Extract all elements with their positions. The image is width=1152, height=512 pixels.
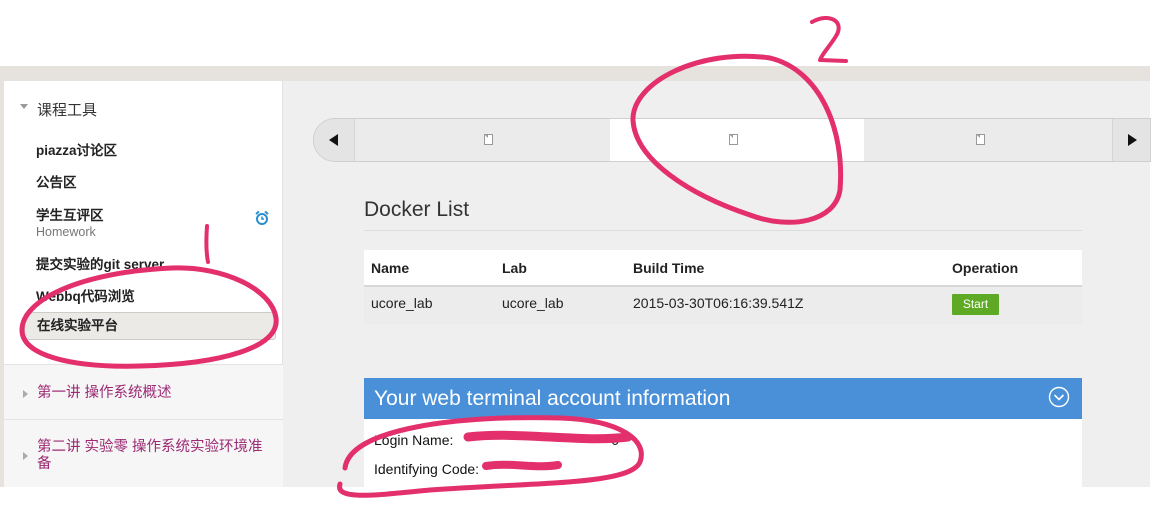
carousel-slot-active[interactable] bbox=[610, 119, 864, 161]
docker-list-title: Docker List bbox=[364, 198, 470, 221]
login-name-row: Login Name: 0 bbox=[374, 432, 619, 448]
carousel-prev-button[interactable] bbox=[314, 119, 355, 161]
bottom-margin bbox=[0, 487, 1152, 512]
sidebar: 课程工具 piazza讨论区 公告区 学生互评区 Homework 提交实验的g… bbox=[4, 81, 283, 487]
terminal-account-panel-body: Login Name: 0 Identifying Code: bbox=[364, 419, 1082, 487]
table-header-row: Name Lab Build Time Operation bbox=[364, 250, 1082, 287]
lecture-title: 第一讲 操作系统概述 bbox=[37, 385, 172, 401]
carousel-next-button[interactable] bbox=[1112, 119, 1150, 161]
caret-right-icon bbox=[23, 452, 28, 460]
column-header-lab: Lab bbox=[502, 260, 527, 276]
alarm-clock-icon bbox=[255, 210, 269, 225]
sidebar-item-announcements[interactable]: 公告区 bbox=[24, 171, 276, 191]
sidebar-item-sublabel: Homework bbox=[36, 225, 96, 239]
triangle-right-icon bbox=[1128, 134, 1137, 146]
caret-right-icon bbox=[23, 390, 28, 398]
triangle-left-icon bbox=[329, 134, 338, 146]
top-margin bbox=[0, 0, 1152, 66]
sidebar-item-label: Webbq代码浏览 bbox=[36, 289, 135, 304]
sidebar-item-label: 提交实验的git server bbox=[36, 257, 165, 272]
sidebar-item-peer-review[interactable]: 学生互评区 Homework bbox=[24, 204, 276, 239]
terminal-account-panel-header[interactable]: Your web terminal account information bbox=[364, 378, 1082, 419]
panel-title: Your web terminal account information bbox=[374, 387, 731, 410]
caret-down-icon bbox=[20, 104, 28, 109]
cell-build-time: 2015-03-30T06:16:39.541Z bbox=[633, 295, 804, 311]
login-name-value-tail: 0 bbox=[611, 432, 620, 448]
column-header-name: Name bbox=[371, 260, 410, 276]
sidebar-item-code-browser[interactable]: Webbq代码浏览 bbox=[24, 285, 276, 305]
sidebar-item-label: 学生互评区 bbox=[36, 208, 104, 223]
lecture-title: 第二讲 实验零 操作系统实验环境准备 bbox=[37, 439, 263, 472]
carousel-slot[interactable] bbox=[355, 119, 609, 161]
sidebar-item-label: 在线实验平台 bbox=[37, 318, 118, 333]
course-tools-title: 课程工具 bbox=[37, 102, 98, 119]
table-row: ucore_lab ucore_lab 2015-03-30T06:16:39.… bbox=[364, 287, 1082, 324]
cell-lab: ucore_lab bbox=[502, 295, 564, 311]
document-icon bbox=[976, 134, 985, 145]
sidebar-item-piazza[interactable]: piazza讨论区 bbox=[24, 139, 276, 159]
login-name-label: Login Name: bbox=[374, 432, 454, 448]
lecture-1[interactable]: 第一讲 操作系统概述 bbox=[4, 364, 283, 419]
document-icon bbox=[484, 134, 493, 145]
identifying-code-label: Identifying Code: bbox=[374, 461, 480, 477]
divider bbox=[364, 230, 1082, 231]
chevron-down-circle-icon[interactable] bbox=[1048, 386, 1070, 408]
carousel-slot[interactable] bbox=[858, 119, 1112, 161]
start-button[interactable]: Start bbox=[952, 294, 999, 315]
course-tools-header[interactable]: 课程工具 bbox=[4, 95, 283, 121]
sidebar-item-label: 公告区 bbox=[36, 175, 77, 190]
document-icon bbox=[729, 134, 738, 145]
sidebar-item-label: piazza讨论区 bbox=[36, 143, 118, 158]
column-header-build-time: Build Time bbox=[633, 260, 705, 276]
identifying-code-row: Identifying Code: bbox=[374, 461, 479, 477]
sidebar-item-git-server[interactable]: 提交实验的git server bbox=[24, 253, 276, 273]
lecture-2[interactable]: 第二讲 实验零 操作系统实验环境准备 bbox=[4, 419, 283, 487]
sidebar-item-online-lab[interactable]: 在线实验平台 bbox=[24, 312, 276, 340]
column-header-operation: Operation bbox=[952, 260, 1019, 276]
cell-name: ucore_lab bbox=[371, 295, 433, 311]
lab-carousel bbox=[313, 118, 1151, 162]
